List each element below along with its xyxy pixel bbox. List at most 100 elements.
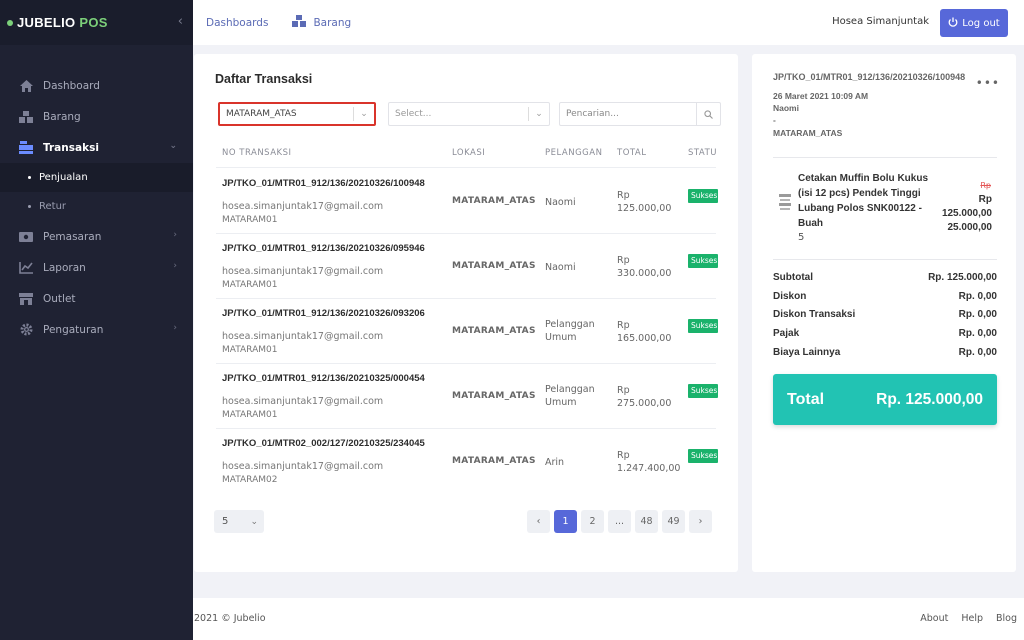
table-row[interactable]: JP/TKO_01/MTR01_912/136/20210326/100948 … — [194, 169, 738, 234]
summary-pajak: Pajak Rp. 0,00 — [773, 328, 997, 339]
transaction-number[interactable]: JP/TKO_01/MTR01_912/136/20210325/000454 — [222, 373, 425, 384]
sidebar-item-outlet[interactable]: Outlet — [0, 283, 193, 314]
status-badge: Sukses — [688, 319, 718, 333]
brand-logo[interactable]: JUBELIO POS ‹ — [0, 0, 193, 45]
chevron-down-icon: ⌄ — [250, 516, 258, 527]
summary-label: Subtotal — [773, 272, 813, 283]
sidebar-item-laporan[interactable]: Laporan › — [0, 252, 193, 283]
transaction-list-card: Daftar Transaksi MATARAM_ATAS ⌄ Select..… — [194, 54, 738, 572]
sidebar-subitem-penjualan[interactable]: Penjualan — [0, 163, 193, 192]
detail-date: 26 Maret 2021 10:09 AM — [773, 91, 869, 101]
logo-dot-icon — [7, 19, 13, 26]
transaction-number[interactable]: JP/TKO_01/MTR02_002/127/20210325/234045 — [222, 438, 425, 449]
detail-location: MATARAM_ATAS — [773, 128, 843, 138]
total-box: Total Rp. 125.000,00 — [773, 374, 997, 425]
page-button-48[interactable]: 48 — [635, 510, 658, 533]
cashier-email: hosea.simanjuntak17@gmail.com — [222, 266, 384, 277]
page-button-2[interactable]: 2 — [581, 510, 604, 533]
summary-value: Rp. 125.000,00 — [928, 272, 997, 283]
bullet-icon — [28, 176, 31, 179]
chevron-right-icon: › — [173, 323, 177, 333]
boxes-icon — [292, 15, 307, 30]
sidebar-item-barang[interactable]: Barang — [0, 101, 193, 132]
page-prev-button[interactable]: ‹ — [527, 510, 550, 533]
filter-select[interactable]: Select... ⌄ — [388, 102, 550, 126]
user-name[interactable]: Hosea Simanjuntak — [832, 16, 929, 27]
customer: Pelanggan Umum — [545, 384, 595, 408]
footer-link-help[interactable]: Help — [961, 613, 983, 624]
table-row[interactable]: JP/TKO_01/MTR01_912/136/20210326/095946 … — [194, 234, 738, 299]
more-options-icon[interactable]: ••• — [976, 76, 1000, 90]
search-box[interactable]: Pencarian... — [559, 102, 721, 126]
item-name: Cetakan Muffin Bolu Kukus (isi 12 pcs) P… — [798, 173, 929, 229]
boxes-icon — [19, 110, 33, 124]
sidebar-subitem-retur[interactable]: Retur — [0, 192, 193, 221]
product-image-icon — [779, 194, 791, 210]
brand-name: JUBELIO — [17, 15, 76, 30]
column-header-pelanggan[interactable]: PELANGGAN — [545, 148, 602, 158]
divider — [773, 259, 997, 260]
customer: Arin — [545, 457, 565, 468]
total-label: Total — [787, 390, 825, 408]
table-row[interactable]: JP/TKO_01/MTR02_002/127/20210325/234045 … — [194, 429, 738, 494]
chevron-left-icon[interactable]: ‹ — [178, 14, 183, 29]
sidebar-item-label: Laporan — [43, 261, 86, 274]
cashier-email: hosea.simanjuntak17@gmail.com — [222, 461, 384, 472]
search-input[interactable]: Pencarian... — [560, 109, 696, 119]
location: MATARAM_ATAS — [452, 196, 536, 206]
cashier-email: hosea.simanjuntak17@gmail.com — [222, 396, 384, 407]
store-code: MATARAM01 — [222, 280, 278, 290]
page-title: Daftar Transaksi — [215, 72, 313, 86]
sidebar-item-transaksi[interactable]: Transaksi ⌄ — [0, 132, 193, 163]
outlet-select[interactable]: MATARAM_ATAS ⌄ — [218, 102, 376, 126]
sidebar-item-label: Pemasaran — [43, 230, 102, 243]
sidebar-item-label: Outlet — [43, 292, 76, 305]
summary-value: Rp. 0,00 — [958, 291, 997, 302]
logout-button[interactable]: Log out — [940, 9, 1008, 37]
column-header-lokasi[interactable]: LOKASI — [452, 148, 485, 158]
item-original-price: Rp — [980, 181, 991, 190]
transaction-number[interactable]: JP/TKO_01/MTR01_912/136/20210326/100948 — [222, 178, 425, 189]
footer-link-about[interactable]: About — [920, 613, 948, 624]
top-link-dashboards[interactable]: Dashboards — [206, 17, 268, 29]
sidebar-item-label: Dashboard — [43, 79, 100, 92]
sidebar-item-pengaturan[interactable]: Pengaturan › — [0, 314, 193, 345]
chevron-down-icon: ⌄ — [169, 141, 177, 151]
page-button-1[interactable]: 1 — [554, 510, 577, 533]
transaction-number[interactable]: JP/TKO_01/MTR01_912/136/20210326/093206 — [222, 308, 425, 319]
per-page-select[interactable]: 5 ⌄ — [214, 510, 264, 533]
power-icon — [948, 17, 958, 30]
transaction-number[interactable]: JP/TKO_01/MTR01_912/136/20210326/095946 — [222, 243, 425, 254]
page-next-button[interactable]: › — [689, 510, 712, 533]
search-button[interactable] — [696, 103, 720, 125]
top-link-barang[interactable]: Barang — [292, 15, 351, 30]
item-price: Rp 125.000,00 — [942, 193, 992, 221]
sidebar-item-label: Pengaturan — [43, 323, 104, 336]
footer-link-blog[interactable]: Blog — [996, 613, 1017, 624]
status-badge: Sukses — [688, 384, 718, 398]
home-icon — [19, 79, 33, 93]
brand-suffix: POS — [79, 15, 108, 30]
cashier-email: hosea.simanjuntak17@gmail.com — [222, 331, 384, 342]
column-header-status[interactable]: STATUS — [688, 148, 716, 158]
summary-subtotal: Subtotal Rp. 125.000,00 — [773, 272, 997, 283]
sidebar-item-pemasaran[interactable]: Pemasaran › — [0, 221, 193, 252]
outlet-select-value: MATARAM_ATAS — [226, 109, 297, 119]
store-code: MATARAM01 — [222, 410, 278, 420]
copyright: 2021 © Jubelio — [194, 613, 266, 624]
item-quantity: 5 — [798, 232, 805, 243]
summary-value: Rp. 0,00 — [958, 328, 997, 339]
table-row[interactable]: JP/TKO_01/MTR01_912/136/20210326/093206 … — [194, 299, 738, 364]
table-divider — [216, 167, 716, 168]
status-badge: Sukses — [688, 449, 718, 463]
sidebar-item-dashboard[interactable]: Dashboard — [0, 70, 193, 101]
column-header-no-transaksi[interactable]: NO TRANSAKSI — [222, 148, 292, 158]
chevron-right-icon: › — [173, 230, 177, 240]
column-header-total[interactable]: TOTAL — [617, 148, 646, 158]
table-row[interactable]: JP/TKO_01/MTR01_912/136/20210325/000454 … — [194, 364, 738, 429]
total: Rp 275.000,00 — [617, 385, 672, 409]
summary-label: Pajak — [773, 328, 800, 339]
summary-value: Rp. 0,00 — [958, 309, 997, 320]
page-button-49[interactable]: 49 — [662, 510, 685, 533]
footer: 2021 © Jubelio About Help Blog — [193, 598, 1024, 640]
